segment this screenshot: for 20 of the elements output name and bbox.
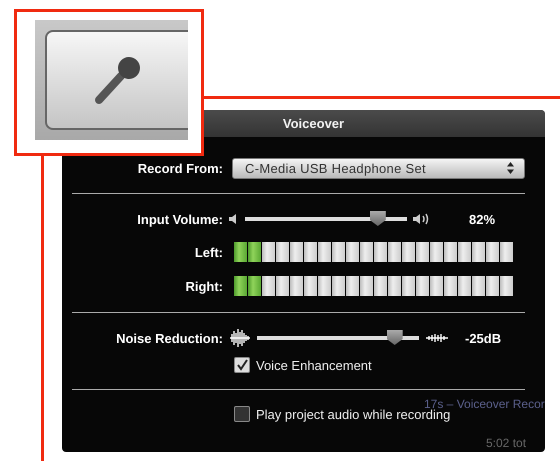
- waveform-loud-icon: [229, 328, 251, 348]
- background-time-text: 5:02 tot: [486, 436, 526, 450]
- volume-percent: 82%: [469, 212, 496, 226]
- checkmark-icon: [236, 359, 248, 371]
- input-volume-label: Input Volume:: [136, 212, 223, 226]
- waveform-quiet-icon: [425, 333, 449, 343]
- channel-label: Right:: [184, 278, 223, 294]
- speaker-high-icon: [413, 212, 431, 226]
- background-clip-title: 17s – Voiceover Recor: [424, 397, 545, 411]
- noise-reduction-label: Noise Reduction:: [115, 330, 223, 346]
- up-down-arrows-icon: [507, 162, 514, 174]
- microphone-icon: [92, 54, 142, 106]
- speaker-low-icon: [229, 213, 239, 225]
- panel-title: Voiceover: [282, 116, 344, 131]
- record-from-label: Record From:: [136, 160, 223, 176]
- channel-label: Left:: [194, 244, 223, 260]
- record-voiceover-button[interactable]: [45, 30, 188, 130]
- noise-reduction-value: -25dB: [465, 330, 502, 346]
- input-source-dropdown[interactable]: C-Media USB Headphone Set: [232, 158, 525, 178]
- checkbox-option[interactable]: Voice Enhancement: [234, 357, 372, 373]
